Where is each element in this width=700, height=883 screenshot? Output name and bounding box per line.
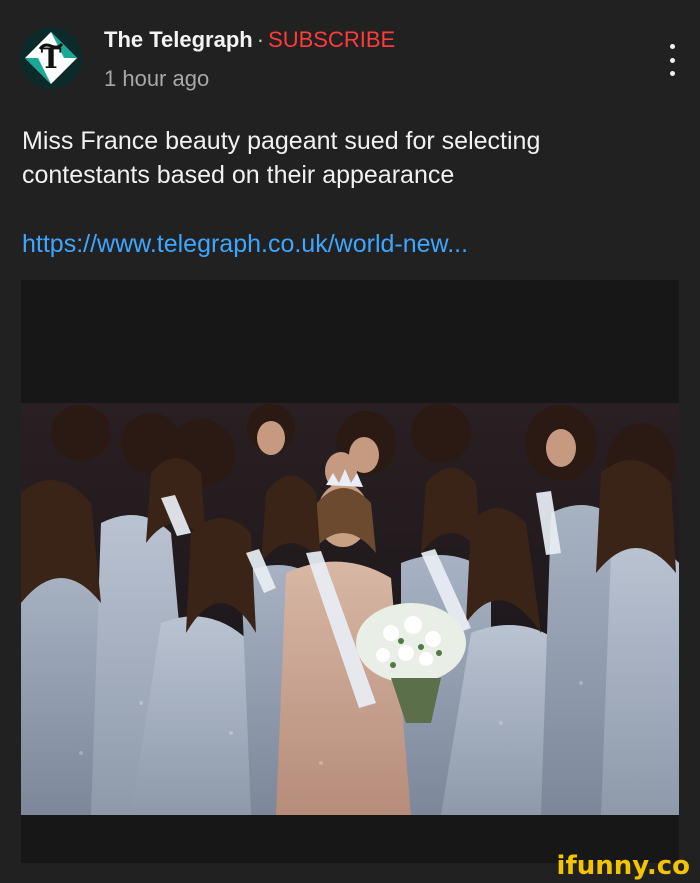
channel-name[interactable]: The Telegraph (104, 27, 253, 52)
post-text: Miss France beauty pageant sued for sele… (22, 127, 541, 189)
channel-avatar[interactable]: T (20, 27, 82, 89)
menu-dot (669, 57, 675, 63)
pageant-photo (21, 403, 679, 815)
post-card: T The Telegraph · SUBSCRIBE 1 hour ago Mis… (0, 0, 700, 883)
menu-dot (669, 44, 675, 49)
link-preview-card[interactable] (21, 280, 679, 863)
channel-name-line: The Telegraph · SUBSCRIBE (104, 27, 395, 53)
subscribe-button[interactable]: SUBSCRIBE (268, 27, 395, 52)
more-vert-icon[interactable] (660, 40, 684, 80)
preview-photo[interactable] (21, 403, 679, 815)
post-time: 1 hour ago (104, 66, 210, 91)
ifunny-watermark: ifunny.co (556, 851, 690, 881)
separator: · (256, 27, 265, 52)
post-link[interactable]: https://www.telegraph.co.uk/world-new... (22, 230, 468, 259)
post-header: T The Telegraph · SUBSCRIBE 1 hour ago (0, 0, 700, 110)
menu-dot (669, 71, 675, 76)
telegraph-logo-icon: T (20, 27, 82, 89)
